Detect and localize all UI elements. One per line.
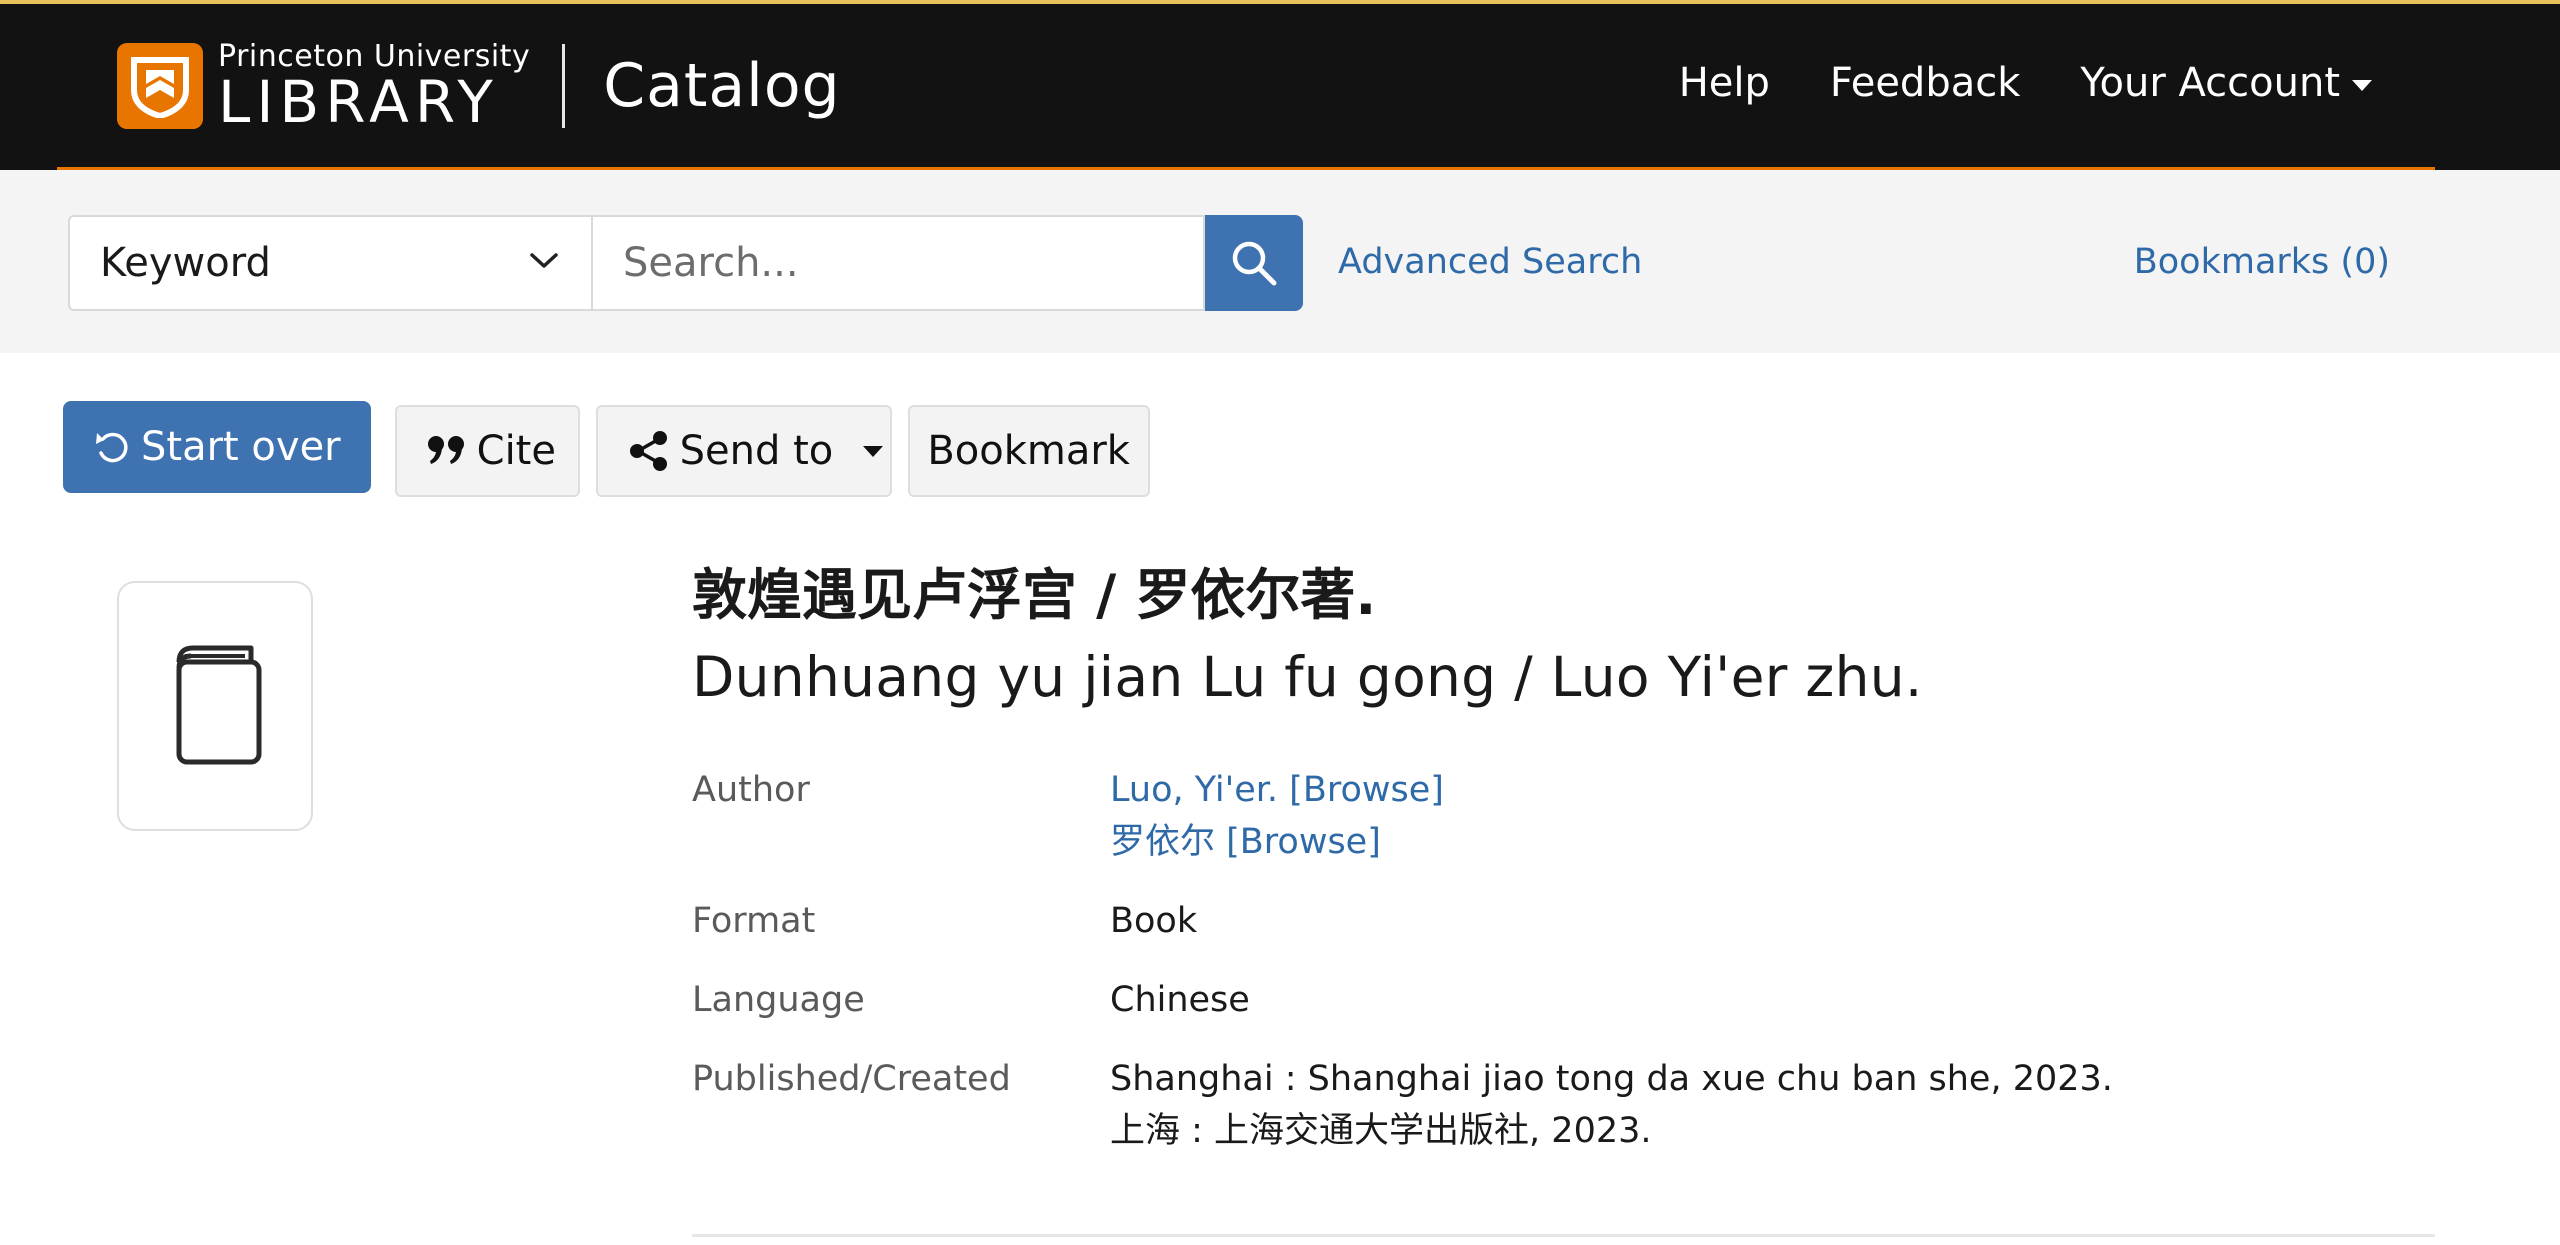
bookmark-button[interactable]: Bookmark (907, 405, 1150, 497)
field-value-original: 上海 : 上海交通大学出版社, 2023. (1110, 1111, 1652, 1151)
record-details: 敦煌遇见卢浮宫 / 罗依尔著. Dunhuang yu jian Lu fu g… (692, 560, 2435, 1184)
send-to-label: Send to (679, 428, 834, 474)
record-title-original: 敦煌遇见卢浮宫 / 罗依尔著. (692, 563, 1377, 627)
field-language: Language Chinese (692, 974, 2435, 1026)
brand-library: LIBRARY (218, 68, 499, 136)
cite-button[interactable]: Cite (394, 405, 580, 497)
caret-down-icon (2352, 79, 2372, 91)
search-placeholder: Search... (623, 240, 799, 286)
search-form: Keyword Search... (68, 215, 1303, 311)
field-author: Author Luo, Yi'er. [Browse] 罗依尔 [Browse] (692, 764, 2435, 868)
shield-logo-icon (117, 43, 203, 129)
caret-down-icon (863, 445, 884, 457)
field-label: Language (692, 980, 865, 1020)
site-header: Princeton University LIBRARY Catalog Hel… (0, 0, 2560, 170)
cite-label: Cite (476, 428, 556, 474)
field-label: Published/Created (692, 1059, 1011, 1099)
help-link[interactable]: Help (1679, 60, 1770, 106)
chevron-down-icon (530, 253, 558, 268)
field-published: Published/Created Shanghai : Shanghai ji… (692, 1053, 2435, 1157)
field-label: Author (692, 770, 810, 810)
field-value: Chinese (1110, 980, 1250, 1020)
top-nav: Help Feedback Your Account (1619, 60, 2372, 106)
author-browse-link[interactable]: Luo, Yi'er. [Browse] (1110, 764, 1444, 816)
quote-icon (427, 434, 467, 468)
library-logo[interactable]: Princeton University LIBRARY Catalog (117, 42, 841, 136)
undo-icon (96, 432, 128, 463)
your-account-menu[interactable]: Your Account (2080, 60, 2372, 106)
catalog-title[interactable]: Catalog (603, 51, 840, 121)
bookmark-label: Bookmark (927, 428, 1130, 474)
share-icon (628, 430, 670, 472)
book-icon (176, 645, 262, 765)
search-field-value: Keyword (100, 240, 271, 286)
record-title-romanized: Dunhuang yu jian Lu fu gong / Luo Yi'er … (692, 645, 1923, 709)
start-over-button[interactable]: Start over (63, 401, 371, 493)
field-format: Format Book (692, 895, 2435, 947)
search-button[interactable] (1205, 215, 1303, 311)
author-browse-link-original[interactable]: 罗依尔 [Browse] (1110, 816, 1444, 868)
start-over-label: Start over (141, 424, 341, 470)
search-input[interactable]: Search... (593, 215, 1205, 311)
search-icon (1232, 241, 1277, 286)
search-field-select[interactable]: Keyword (68, 215, 593, 311)
your-account-label: Your Account (2080, 60, 2340, 106)
bookmarks-link[interactable]: Bookmarks (0) (2134, 242, 2390, 282)
record-thumbnail (117, 581, 313, 831)
record-fields: Author Luo, Yi'er. [Browse] 罗依尔 [Browse]… (692, 764, 2435, 1157)
field-value: Shanghai : Shanghai jiao tong da xue chu… (1110, 1059, 2113, 1099)
feedback-link[interactable]: Feedback (1830, 60, 2021, 106)
field-label: Format (692, 901, 816, 941)
field-value: Book (1110, 901, 1198, 941)
brand-divider (562, 44, 566, 128)
section-divider (692, 1234, 2435, 1237)
record-toolbar: Start over Cite Send to Bookmark (63, 397, 1150, 497)
advanced-search-link[interactable]: Advanced Search (1338, 242, 1642, 282)
search-bar: Keyword Search... Advanced Search Bookma… (0, 170, 2560, 353)
send-to-button[interactable]: Send to (595, 405, 892, 497)
